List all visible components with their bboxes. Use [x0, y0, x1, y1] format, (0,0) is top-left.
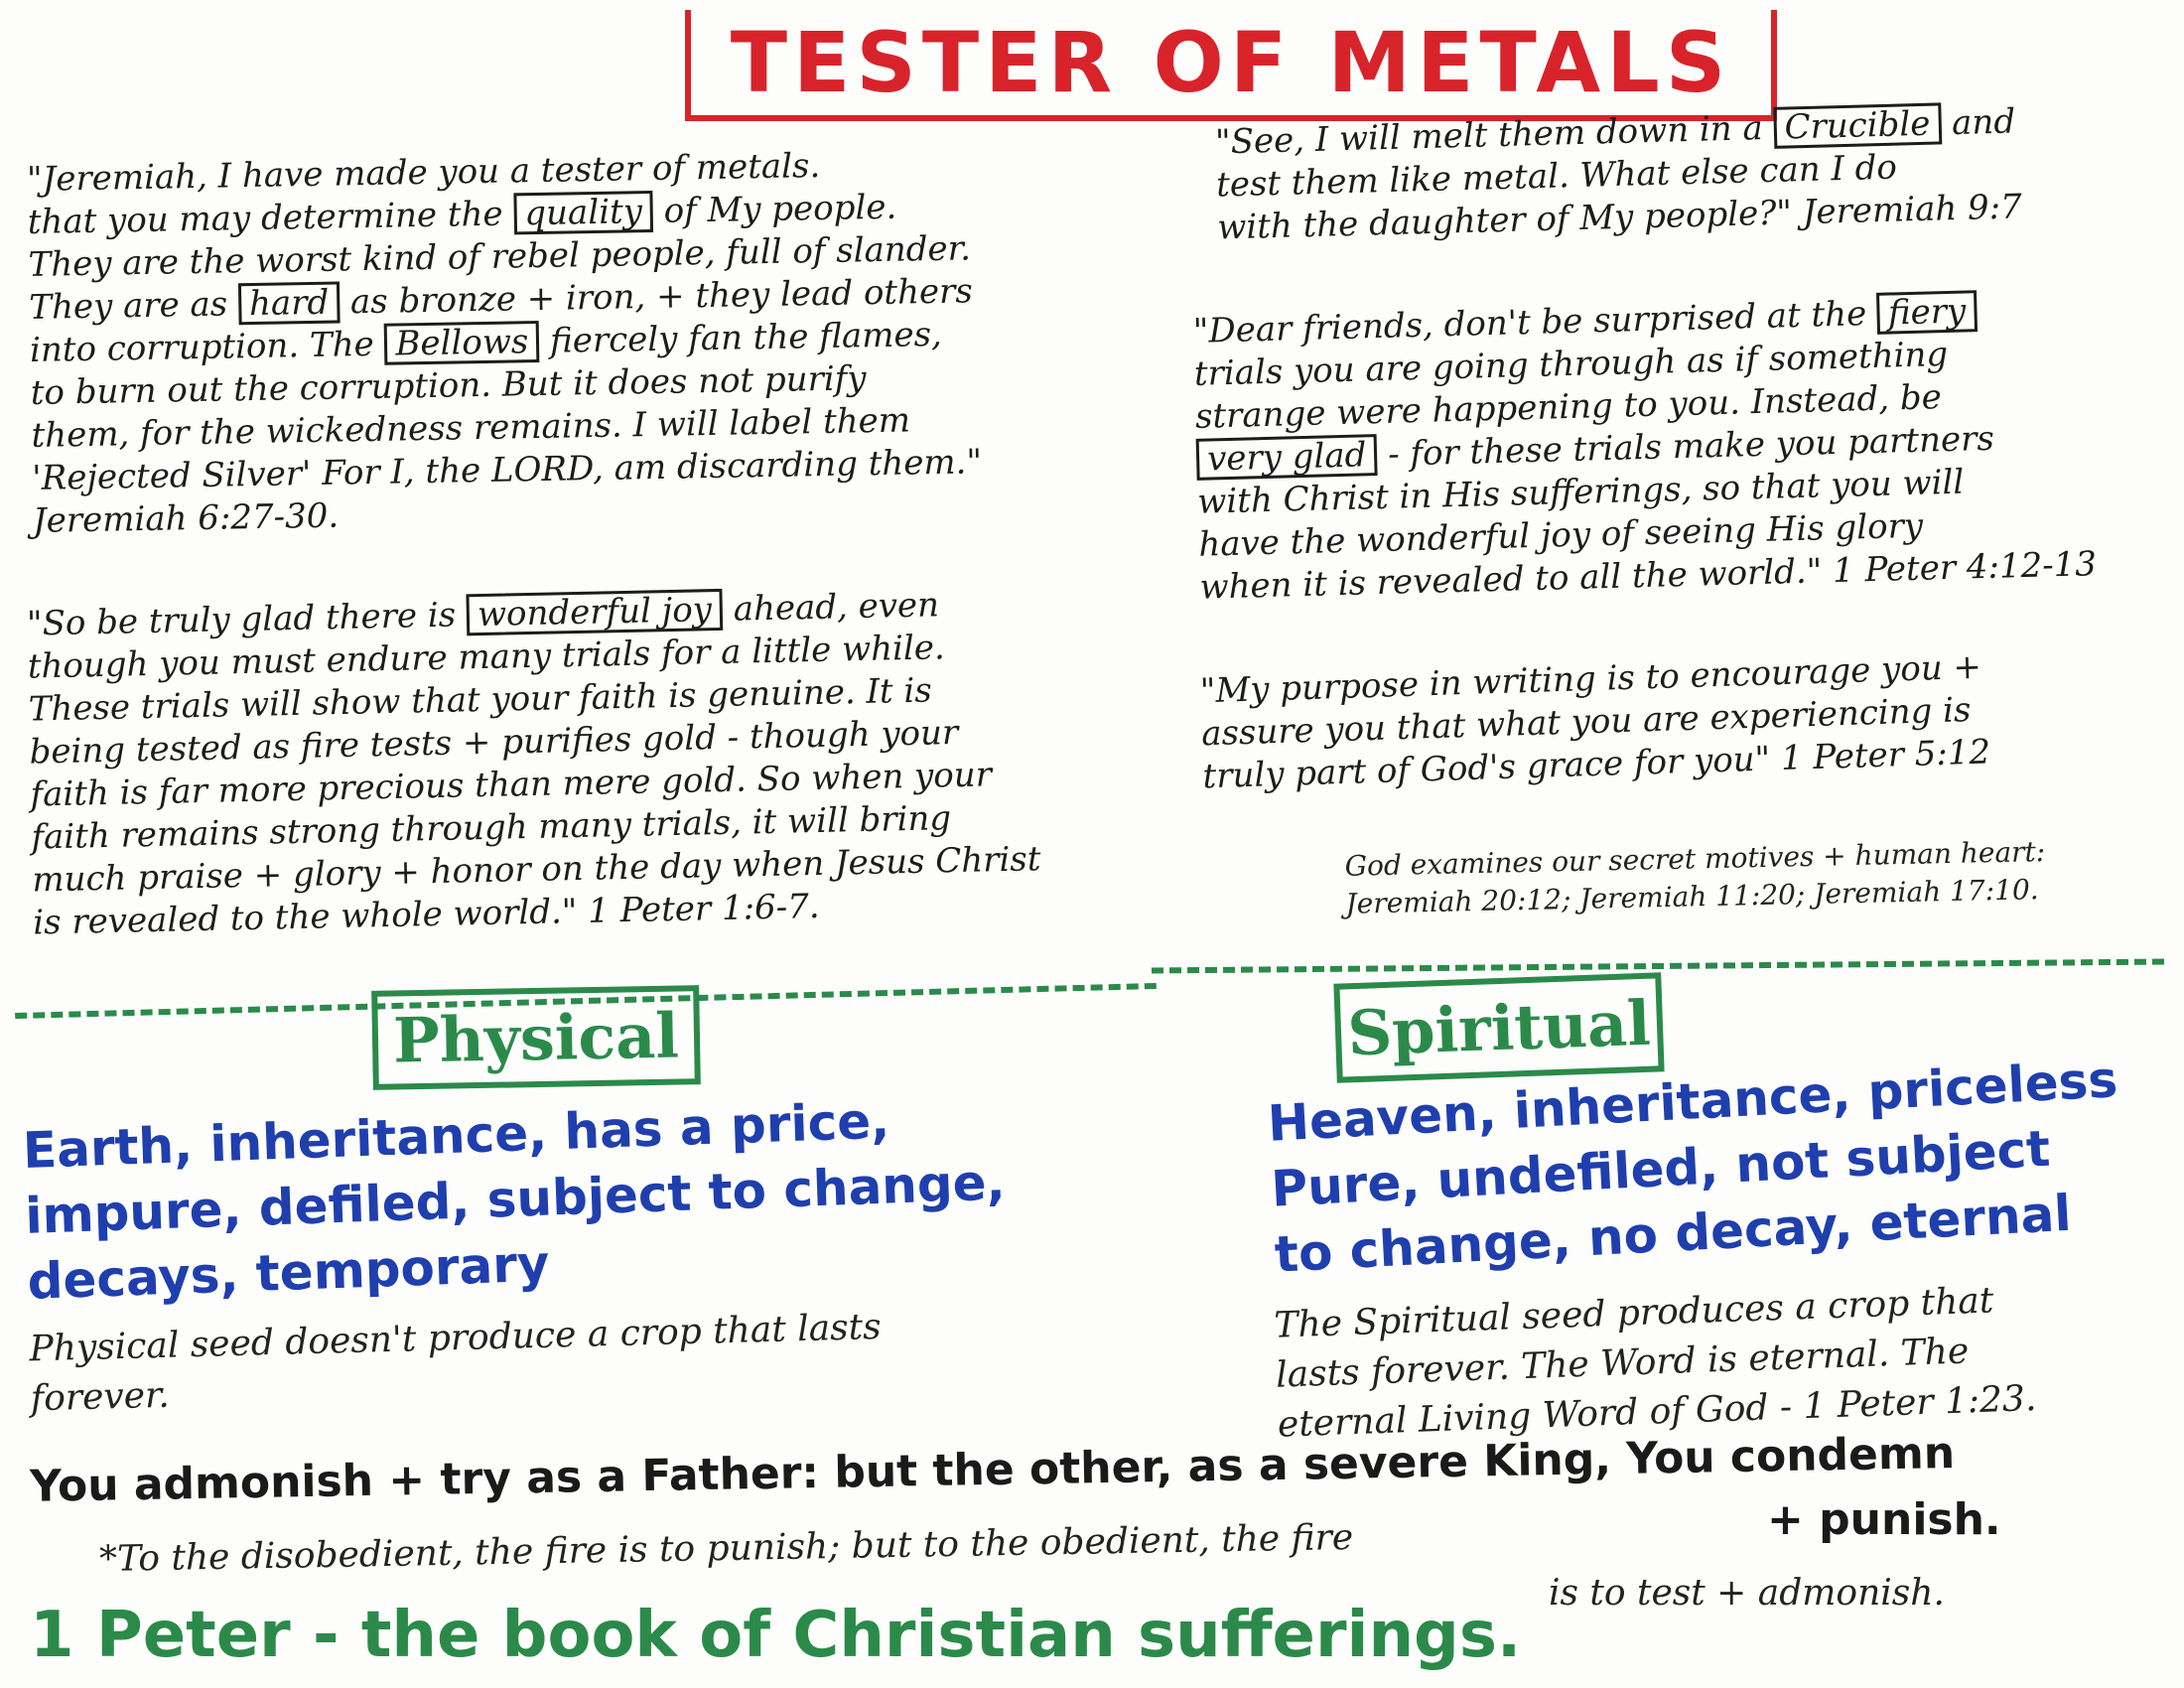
jeremiah-9-passage: "See, I will melt them down in a Crucibl… [1214, 96, 2170, 249]
jeremiah-6-passage: "Jeremiah, I have made you a tester of m… [27, 139, 1165, 543]
spiritual-label-box: Spiritual [1333, 972, 1665, 1083]
boxed-word-bellows: Bellows [384, 320, 540, 365]
boxed-word-hard: hard [237, 281, 341, 326]
boxed-word-fiery: fiery [1876, 290, 1978, 335]
admonish-line: You admonish + try as a Father: but the … [29, 1428, 1956, 1512]
boxed-word-quality: quality [512, 190, 654, 235]
peter-4-passage: "Dear friends, don't be surprised at the… [1192, 285, 2173, 610]
physical-note: Physical seed doesn't produce a crop tha… [29, 1297, 1123, 1425]
boxed-word-crucible: Crucible [1772, 102, 1942, 149]
spiritual-note: The Spiritual seed produces a crop that … [1274, 1270, 2172, 1450]
boxed-word-very-glad: very glad [1195, 434, 1378, 481]
footer-text: 1 Peter - the book of Christian sufferin… [30, 1599, 1522, 1672]
spiritual-label: Spiritual [1346, 986, 1652, 1069]
title-box: TESTER OF METALS [685, 10, 1777, 121]
boxed-word-wonderful-joy: wonderful joy [466, 588, 724, 636]
god-examines-note: God examines our secret motives + human … [1344, 830, 2179, 923]
physical-description: Earth, inheritance, has a price, impure,… [22, 1076, 1219, 1315]
divider-right [1151, 958, 2165, 974]
page-title: TESTER OF METALS [730, 14, 1732, 111]
physical-label: Physical [392, 998, 680, 1077]
peter-1-passage: "So be truly glad there is wonderful joy… [27, 578, 1225, 944]
admonish-note: *To the disobedient, the fire is to puni… [98, 1516, 1354, 1581]
peter-5-passage: "My purpose in writing is to encourage y… [1199, 640, 2176, 799]
admonish-note-end: is to test + admonish. [1549, 1573, 1945, 1614]
physical-label-box: Physical [371, 985, 701, 1090]
admonish-line-end: + punish. [1767, 1494, 2001, 1545]
